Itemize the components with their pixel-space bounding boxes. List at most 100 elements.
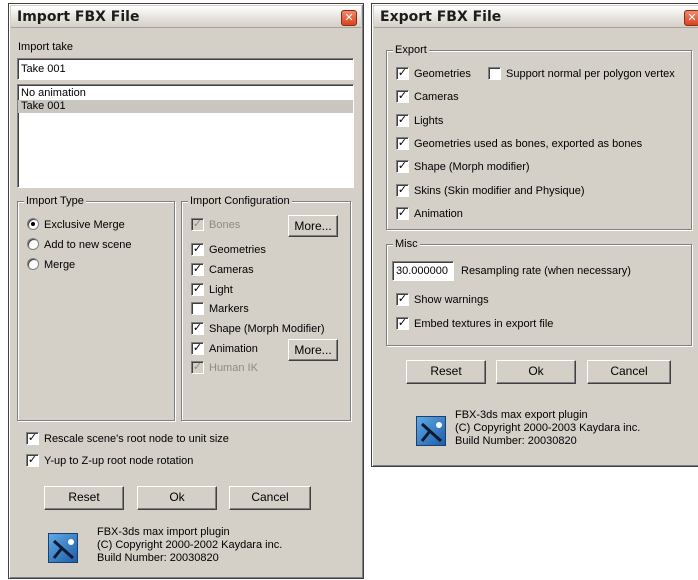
export-close-button[interactable]: ✕ [684, 10, 698, 26]
checkbox[interactable]: ✓ [396, 159, 409, 173]
checkmark-icon: ✓ [397, 159, 408, 172]
bones-more-button[interactable]: More... [288, 215, 338, 237]
checkbox-label: Y-up to Z-up root node rotation [44, 455, 194, 467]
checkbox[interactable]: ✓ [396, 113, 409, 127]
checkbox[interactable]: ✓ [396, 292, 409, 306]
radio-button[interactable] [27, 218, 39, 230]
checkbox-export-geometries[interactable]: ✓ Geometries [396, 66, 471, 81]
checkbox-show-warnings[interactable]: ✓ Show warnings [396, 292, 489, 307]
checkbox-export-lights[interactable]: ✓ Lights [396, 113, 444, 128]
checkbox-export-animation[interactable]: ✓ Animation [396, 206, 463, 221]
checkbox[interactable] [191, 302, 204, 315]
export-fbx-dialog: Export FBX File ✕ Export ✓ Geometries Sup… [371, 3, 698, 467]
export-reset-button[interactable]: Reset [406, 360, 486, 384]
checkbox-cameras[interactable]: ✓ Cameras [191, 262, 254, 277]
import-title-bar[interactable]: Import FBX File ✕ [11, 6, 361, 28]
checkbox-shape[interactable]: ✓ Shape (Morph Modifier) [191, 321, 325, 336]
about-build-number: Build Number: 20030820 [97, 552, 219, 564]
radio-button[interactable] [27, 238, 39, 250]
take-list-item-selected[interactable]: Take 001 [18, 100, 353, 113]
checkbox-label: Geometries used as bones, exported as bo… [414, 138, 643, 150]
import-take-field[interactable]: Take 001 [17, 58, 354, 80]
checkbox-label: Bones [209, 219, 241, 231]
radio-label: Exclusive Merge [44, 219, 125, 231]
checkbox[interactable] [488, 67, 501, 80]
checkmark-icon: ✓ [192, 262, 203, 275]
checkbox: ✓ [191, 217, 204, 231]
resampling-rate-input[interactable]: 30.000000 [392, 261, 454, 281]
checkmark-icon: ✓ [397, 113, 408, 126]
export-title-bar[interactable]: Export FBX File ✕ [374, 6, 698, 28]
import-take-label: Import take [18, 41, 74, 53]
checkbox-label: Geometries [209, 244, 266, 256]
checkbox[interactable]: ✓ [396, 66, 409, 80]
resampling-rate-label: Resampling rate (when necessary) [461, 265, 631, 277]
checkbox[interactable]: ✓ [26, 453, 39, 467]
checkbox-geometries[interactable]: ✓ Geometries [191, 242, 266, 257]
import-take-list[interactable]: No animation Take 001 [17, 84, 354, 188]
import-cancel-button[interactable]: Cancel [229, 486, 311, 510]
checkbox-label: Light [209, 284, 233, 296]
close-icon: ✕ [687, 11, 697, 24]
checkbox-yup-to-zup[interactable]: ✓ Y-up to Z-up root node rotation [26, 453, 194, 468]
import-type-group: Import Type Exclusive Merge Add to new s… [17, 194, 175, 421]
checkbox-label: Animation [209, 343, 258, 355]
checkbox-normal-per-polygon[interactable]: Support normal per polygon vertex [488, 67, 675, 81]
checkbox[interactable]: ✓ [191, 282, 204, 296]
import-close-button[interactable]: ✕ [341, 10, 357, 26]
checkbox[interactable]: ✓ [191, 341, 204, 355]
radio-exclusive-merge[interactable]: Exclusive Merge [27, 218, 125, 232]
checkbox[interactable]: ✓ [191, 242, 204, 256]
checkmark-icon: ✓ [397, 206, 408, 219]
checkbox-export-skins[interactable]: ✓ Skins (Skin modifier and Physique) [396, 183, 585, 198]
checkbox-light[interactable]: ✓ Light [191, 282, 233, 297]
export-ok-button[interactable]: Ok [496, 360, 576, 384]
checkbox-label: Lights [414, 115, 444, 127]
checkbox-label: Human IK [209, 362, 258, 374]
checkbox-label: Skins (Skin modifier and Physique) [414, 185, 585, 197]
checkbox[interactable]: ✓ [396, 136, 409, 150]
radio-button[interactable] [27, 258, 39, 270]
checkmark-icon: ✓ [192, 360, 203, 373]
checkmark-icon: ✓ [192, 242, 203, 255]
animation-more-button[interactable]: More... [288, 339, 338, 361]
checkbox-rescale-root[interactable]: ✓ Rescale scene's root node to unit size [26, 431, 229, 446]
checkmark-icon: ✓ [192, 217, 203, 230]
import-reset-button[interactable]: Reset [44, 486, 124, 510]
radio-merge[interactable]: Merge [27, 258, 75, 272]
checkbox[interactable]: ✓ [396, 316, 409, 330]
checkbox[interactable]: ✓ [191, 321, 204, 335]
about-plugin-name: FBX-3ds max import plugin [97, 526, 230, 538]
checkbox: ✓ [191, 360, 204, 374]
misc-group-title: Misc [393, 237, 420, 251]
checkbox-label: Shape (Morph Modifier) [209, 323, 325, 335]
checkmark-icon: ✓ [397, 136, 408, 149]
about-copyright: (C) Copyright 2000-2003 Kaydara inc. [455, 422, 641, 434]
resampling-rate-value: 30.000000 [396, 265, 448, 277]
checkmark-icon: ✓ [27, 431, 38, 444]
checkbox-markers[interactable]: Markers [191, 302, 249, 316]
checkbox-label: Animation [414, 208, 463, 220]
checkbox-label: Embed textures in export file [414, 318, 554, 330]
checkbox-export-bones[interactable]: ✓ Geometries used as bones, exported as b… [396, 136, 643, 151]
about-build-number: Build Number: 20030820 [455, 435, 577, 447]
import-ok-button[interactable]: Ok [137, 486, 217, 510]
checkbox-export-shape[interactable]: ✓ Shape (Morph modifier) [396, 159, 530, 174]
checkmark-icon: ✓ [192, 341, 203, 354]
checkbox-embed-textures[interactable]: ✓ Embed textures in export file [396, 316, 554, 331]
checkbox[interactable]: ✓ [191, 262, 204, 276]
checkbox-label: Show warnings [414, 294, 489, 306]
import-type-title: Import Type [24, 194, 86, 208]
checkbox-animation[interactable]: ✓ Animation [191, 341, 258, 356]
checkbox[interactable]: ✓ [396, 183, 409, 197]
radio-add-to-new-scene[interactable]: Add to new scene [27, 238, 131, 252]
checkbox-export-cameras[interactable]: ✓ Cameras [396, 89, 459, 104]
export-about-text: FBX-3ds max export plugin (C) Copyright … [455, 409, 640, 448]
checkbox[interactable]: ✓ [396, 89, 409, 103]
checkbox[interactable]: ✓ [26, 431, 39, 445]
export-cancel-button[interactable]: Cancel [587, 360, 671, 384]
import-dialog-title: Import FBX File [17, 9, 140, 25]
take-list-item[interactable]: No animation [18, 87, 353, 100]
checkbox[interactable]: ✓ [396, 206, 409, 220]
checkmark-icon: ✓ [397, 89, 408, 102]
